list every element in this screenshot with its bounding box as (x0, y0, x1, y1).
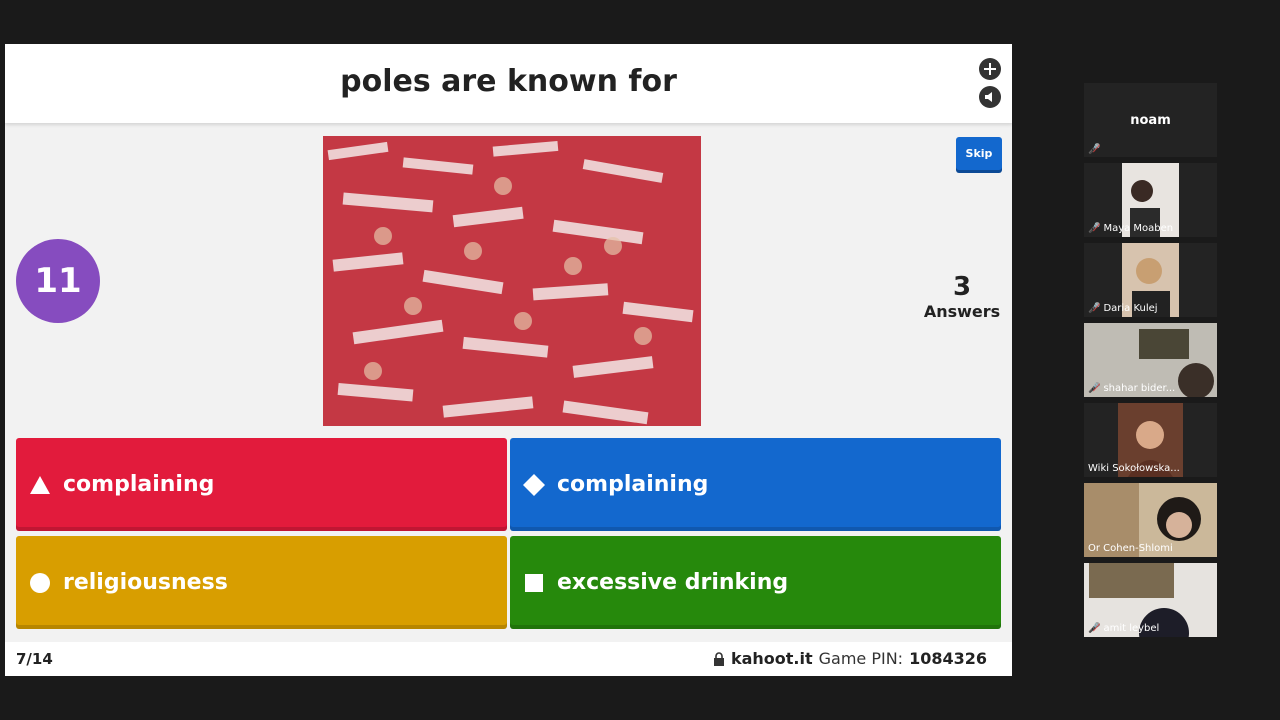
participant-name: Maya Moaben (1103, 223, 1174, 234)
answer-label: religiousness (63, 570, 228, 595)
answers-count: 3 (952, 272, 972, 302)
question-image (323, 136, 701, 426)
participant-name: Wiki Sokołowska... (1088, 463, 1180, 474)
fullscreen-button[interactable] (979, 58, 1001, 80)
mic-muted-icon: 🎤̸ (1088, 303, 1101, 314)
answer-label: complaining (557, 472, 709, 497)
participant-name: Daria Kulej (1103, 303, 1158, 314)
site-url: kahoot.it (730, 649, 813, 668)
circle-icon (20, 572, 60, 594)
participant-name: shahar bider... (1103, 383, 1176, 394)
participant-tile[interactable]: Wiki Sokołowska... (1084, 403, 1217, 477)
question-progress: 7/14 (16, 650, 53, 668)
diamond-icon (514, 473, 554, 497)
participant-tile[interactable]: noam 🎤̸ (1084, 83, 1217, 157)
lock-icon (713, 651, 724, 666)
triangle-icon (20, 475, 60, 495)
pin-label: Game PIN: (818, 649, 904, 668)
answer-red[interactable]: complaining (16, 438, 507, 531)
skip-button[interactable]: Skip (956, 137, 1002, 170)
answer-blue[interactable]: complaining (510, 438, 1001, 531)
answer-label: complaining (63, 472, 215, 497)
answers-label: Answers (923, 302, 1001, 321)
participant-name: amit leybel (1103, 623, 1160, 634)
game-pin-area: kahoot.it Game PIN: 1084326 (713, 649, 987, 668)
question-bar: poles are known for (5, 44, 1012, 123)
mic-muted-icon: 🎤̸ (1088, 144, 1101, 155)
game-footer: 7/14 kahoot.it Game PIN: 1084326 (5, 642, 1012, 676)
participant-tile[interactable]: Or Cohen-Shlomi (1084, 483, 1217, 557)
game-pin: 1084326 (909, 649, 987, 668)
answer-green[interactable]: excessive drinking (510, 536, 1001, 629)
participant-tile[interactable]: 🎤̸ Daria Kulej (1084, 243, 1217, 317)
sound-button[interactable] (979, 86, 1001, 108)
shared-screen: poles are known for 11 Skip 3 Answers co… (5, 44, 1012, 676)
participant-tile[interactable]: 🎤̸ Maya Moaben (1084, 163, 1217, 237)
countdown-timer: 11 (16, 239, 100, 323)
square-icon (514, 573, 554, 593)
answers-counter: 3 Answers (917, 272, 1007, 321)
speaker-icon (985, 92, 992, 102)
participant-name: Or Cohen-Shlomi (1088, 543, 1173, 554)
expand-icon (984, 63, 996, 75)
participant-name: noam (1130, 113, 1171, 128)
mic-muted-icon: 🎤̸ (1088, 383, 1101, 394)
answer-label: excessive drinking (557, 570, 789, 595)
question-title: poles are known for (340, 64, 677, 99)
mic-muted-icon: 🎤̸ (1088, 223, 1101, 234)
participant-tile[interactable]: 🎤̸ shahar bider... (1084, 323, 1217, 397)
answer-yellow[interactable]: religiousness (16, 536, 507, 629)
mic-muted-icon: 🎤̸ (1088, 623, 1101, 634)
participant-tile[interactable]: 🎤̸ amit leybel (1084, 563, 1217, 637)
crowd-photo-image (323, 136, 701, 426)
